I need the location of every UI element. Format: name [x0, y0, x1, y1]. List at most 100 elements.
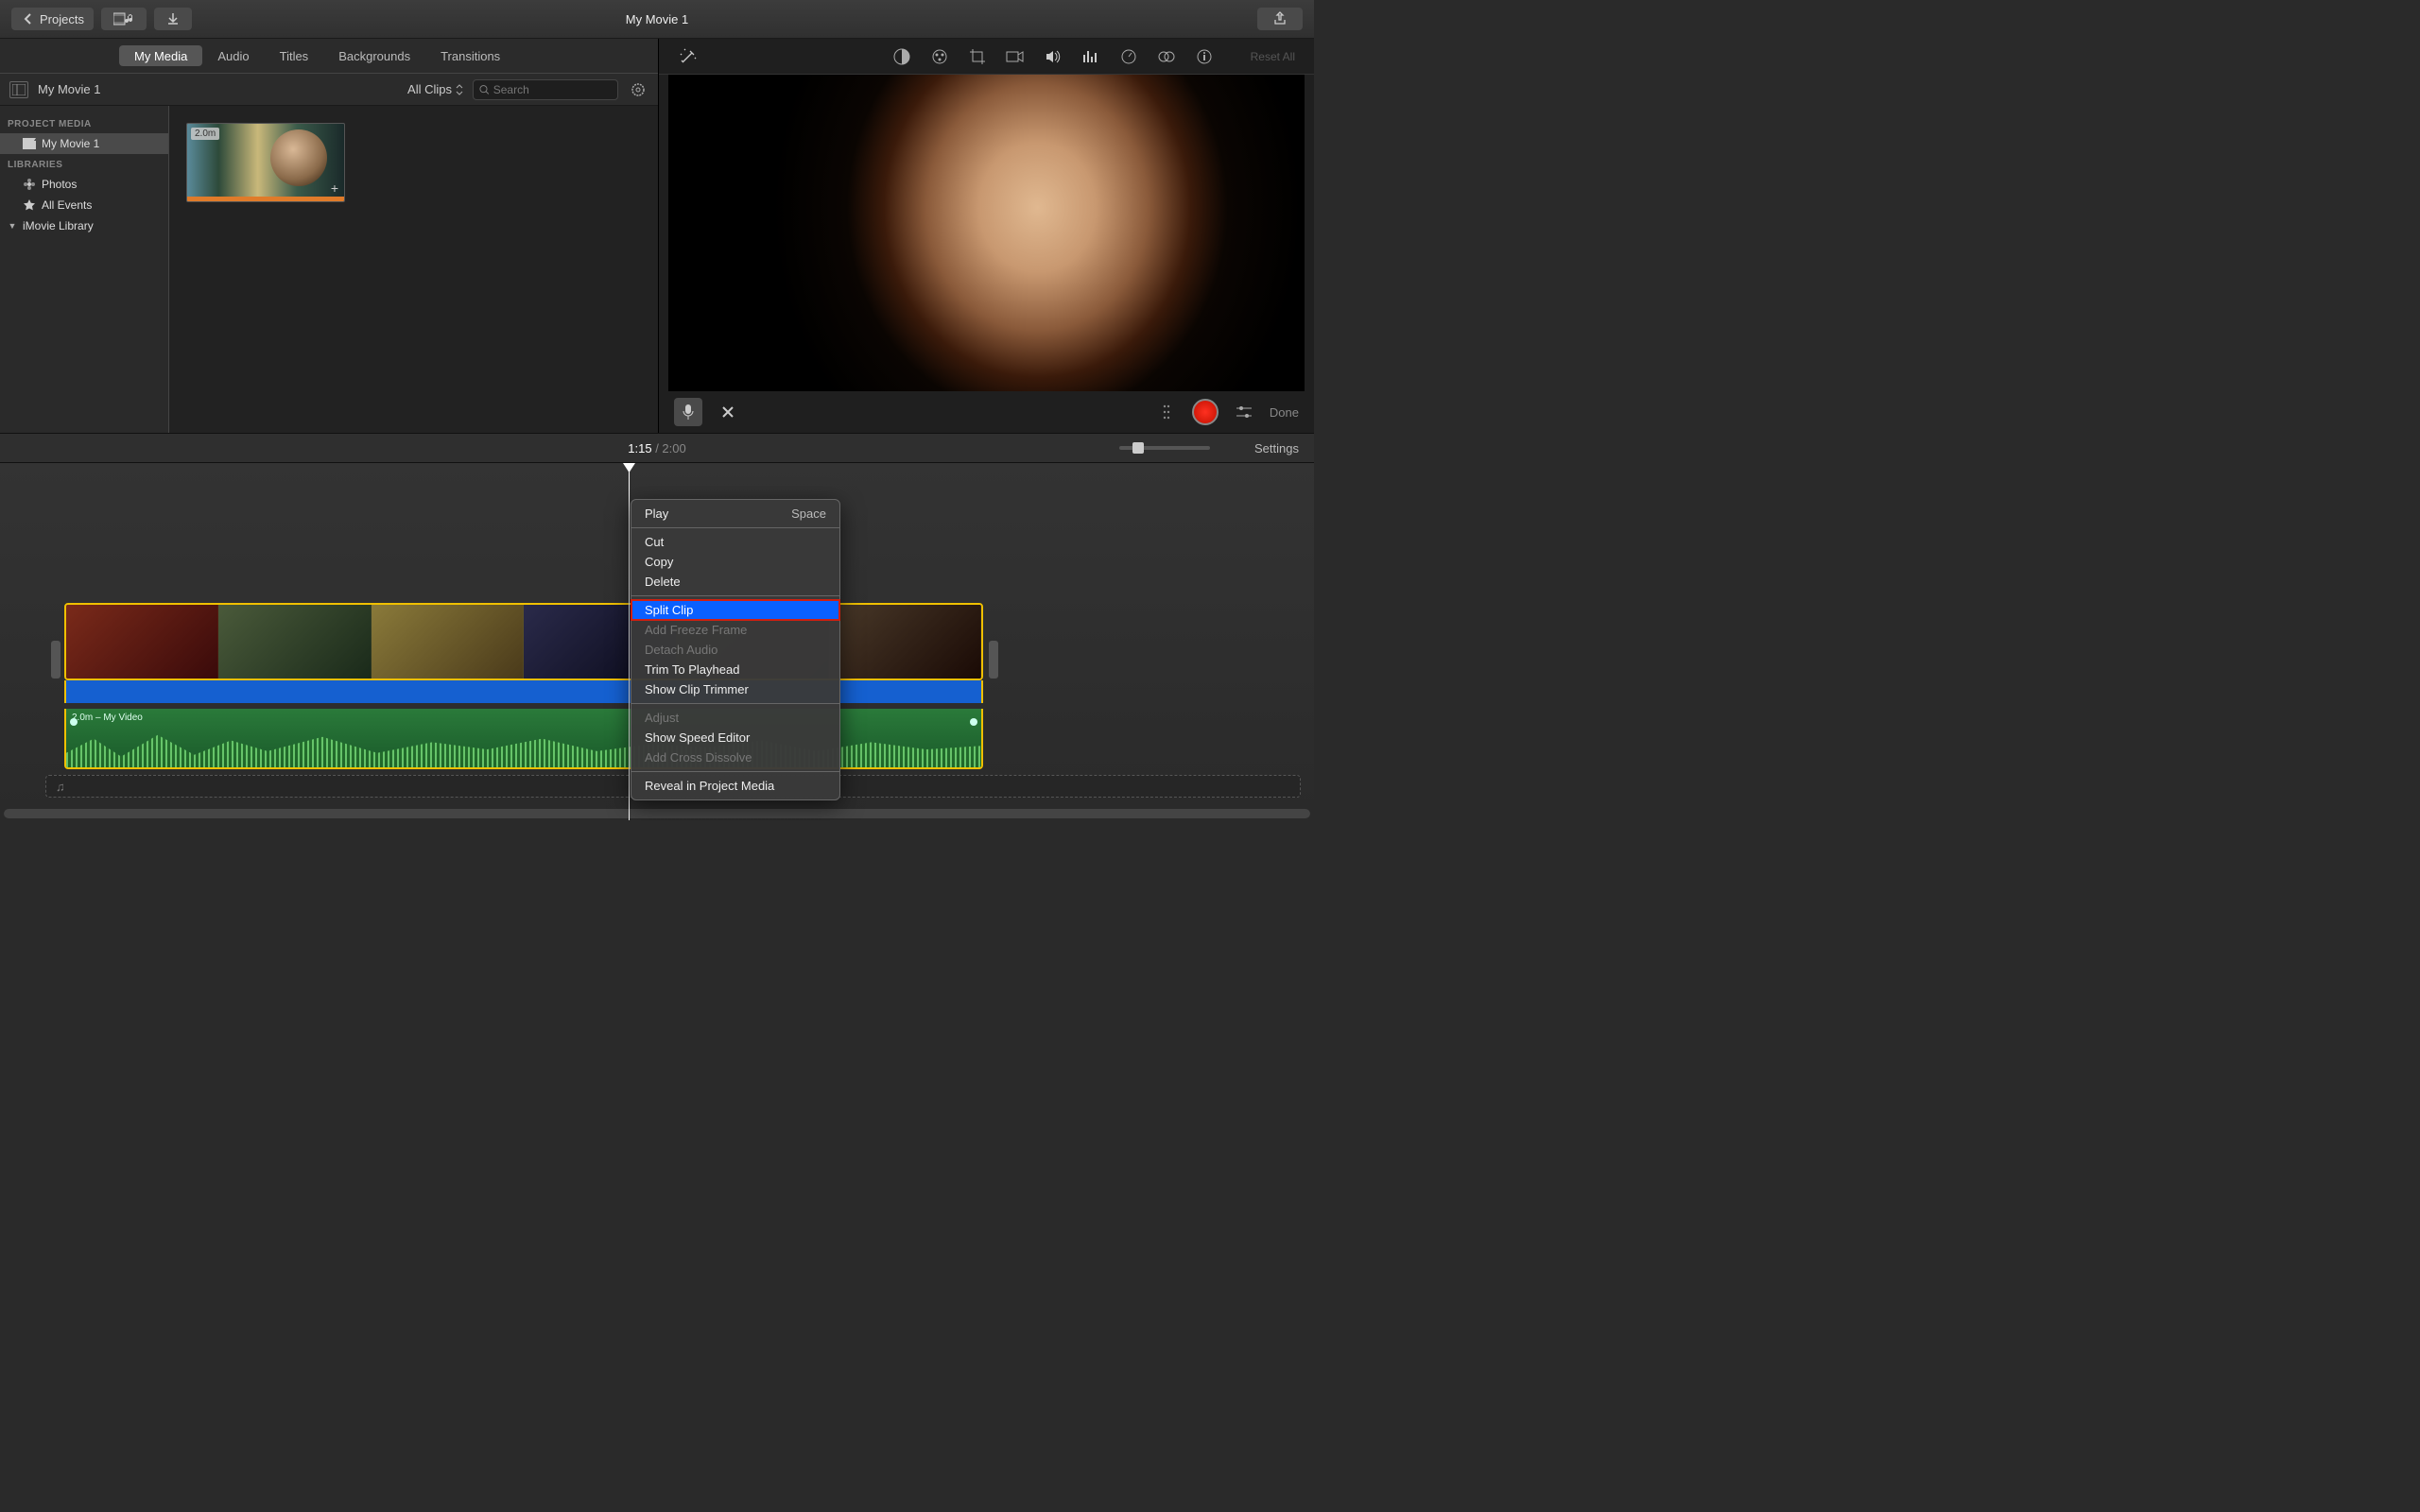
clip-filter-button[interactable]	[1156, 46, 1177, 67]
video-clip-audio-strip[interactable]	[64, 680, 983, 703]
tab-audio[interactable]: Audio	[202, 39, 264, 74]
clip-trim-handle-right[interactable]	[989, 641, 998, 679]
timeline-settings-button[interactable]: Settings	[1254, 441, 1299, 455]
adjustment-toolbar: Reset All	[659, 39, 1314, 75]
filmstrip-music-icon	[113, 11, 134, 26]
playhead-time: 1:15 / 2:00	[628, 441, 685, 455]
menu-shortcut: Space	[791, 507, 826, 521]
total-time: 2:00	[662, 441, 685, 455]
preview-frame	[668, 75, 1305, 391]
stabilization-button[interactable]	[1005, 46, 1026, 67]
menu-item-reveal-in-project-media[interactable]: Reveal in Project Media	[631, 776, 839, 796]
menu-item-delete[interactable]: Delete	[631, 572, 839, 592]
breadcrumb: My Movie 1	[38, 82, 100, 96]
tab-titles[interactable]: Titles	[265, 39, 324, 74]
browser-sidebar: PROJECT MEDIA My Movie 1 LIBRARIES Photo…	[0, 106, 169, 433]
clip-duration-badge: 2.0m	[191, 128, 219, 140]
reset-all-button[interactable]: Reset All	[1251, 50, 1295, 63]
timeline-horizontal-scrollbar[interactable]	[4, 809, 1310, 818]
record-button[interactable]	[1192, 399, 1219, 425]
close-icon	[721, 405, 735, 419]
filmstrip-frame	[372, 605, 524, 679]
crop-icon	[969, 48, 986, 65]
clips-filter-dropdown[interactable]: All Clips	[407, 82, 463, 96]
audio-clip[interactable]: 2.0m – My Video	[64, 709, 983, 769]
menu-item-trim-to-playhead[interactable]: Trim To Playhead	[631, 660, 839, 679]
browser-header: My Movie 1 All Clips	[0, 74, 658, 106]
media-clip-thumbnail[interactable]: 2.0m +	[186, 123, 345, 202]
enhance-button[interactable]	[678, 46, 699, 67]
share-icon	[1272, 11, 1288, 26]
search-field[interactable]	[473, 79, 618, 100]
download-button[interactable]	[154, 8, 192, 30]
menu-item-show-clip-trimmer[interactable]: Show Clip Trimmer	[631, 679, 839, 699]
sidebar-item-all-events[interactable]: All Events	[0, 195, 168, 215]
preview-viewer[interactable]	[668, 75, 1305, 391]
browser-settings-button[interactable]	[628, 79, 648, 100]
close-voiceover-button[interactable]	[714, 398, 742, 426]
camera-icon	[1006, 50, 1025, 63]
speedometer-icon	[1120, 48, 1137, 65]
menu-separator	[631, 703, 839, 704]
clip-trim-handle-left[interactable]	[51, 641, 60, 679]
menu-item-add-cross-dissolve: Add Cross Dissolve	[631, 747, 839, 767]
timeline-info-bar: 1:15 / 2:00 Settings	[0, 433, 1314, 463]
volume-button[interactable]	[1043, 46, 1063, 67]
menu-item-show-speed-editor[interactable]: Show Speed Editor	[631, 728, 839, 747]
import-media-button[interactable]	[101, 8, 147, 30]
timeline-context-menu: Play Space Cut Copy Delete Split Clip Ad…	[631, 499, 840, 800]
tab-backgrounds[interactable]: Backgrounds	[323, 39, 425, 74]
menu-separator	[631, 595, 839, 596]
menu-item-copy[interactable]: Copy	[631, 552, 839, 572]
voiceover-button[interactable]	[674, 398, 702, 426]
zoom-slider-thumb[interactable]	[1132, 442, 1144, 454]
sidebar-item-project[interactable]: My Movie 1	[0, 133, 168, 154]
projects-label: Projects	[40, 12, 84, 26]
share-button[interactable]	[1257, 8, 1303, 30]
audio-keyframe-start[interactable]	[70, 718, 78, 726]
gear-icon	[630, 81, 647, 98]
media-grid: 2.0m +	[169, 106, 658, 433]
color-correction-button[interactable]	[929, 46, 950, 67]
overlap-circles-icon	[1157, 50, 1176, 63]
up-down-chevron-icon	[456, 84, 463, 95]
menu-separator	[631, 771, 839, 772]
timeline[interactable]: 2.0m – My Video ♫ Play Space Cut Copy De…	[0, 463, 1314, 820]
sliders-icon	[1236, 405, 1253, 419]
menu-item-split-clip[interactable]: Split Clip	[631, 600, 839, 620]
flower-icon	[23, 178, 36, 191]
clips-filter-label: All Clips	[407, 82, 452, 96]
scrollbar-thumb[interactable]	[4, 809, 1310, 818]
timeline-zoom-slider[interactable]	[1119, 446, 1210, 450]
viewer-controls: Done	[659, 391, 1314, 433]
projects-back-button[interactable]: Projects	[11, 8, 94, 30]
playhead[interactable]	[629, 465, 630, 820]
menu-item-cut[interactable]: Cut	[631, 532, 839, 552]
sidebar-project-label: My Movie 1	[42, 137, 99, 150]
crop-button[interactable]	[967, 46, 988, 67]
tab-transitions[interactable]: Transitions	[425, 39, 515, 74]
magic-wand-icon	[679, 47, 698, 66]
disclosure-triangle-icon[interactable]: ▼	[8, 221, 17, 231]
media-tabs: My Media Audio Titles Backgrounds Transi…	[0, 39, 658, 74]
noise-reduction-button[interactable]	[1080, 46, 1101, 67]
drag-handle[interactable]	[1152, 398, 1181, 426]
speed-button[interactable]	[1118, 46, 1139, 67]
speaker-icon	[1045, 48, 1062, 65]
window-title: My Movie 1	[626, 12, 688, 26]
tab-my-media[interactable]: My Media	[119, 45, 202, 66]
sidebar-toggle-button[interactable]	[9, 81, 28, 98]
voiceover-options-button[interactable]	[1230, 398, 1258, 426]
menu-item-play[interactable]: Play Space	[631, 504, 839, 524]
info-button[interactable]	[1194, 46, 1215, 67]
search-input[interactable]	[493, 83, 612, 96]
color-balance-button[interactable]	[891, 46, 912, 67]
video-clip[interactable]	[64, 603, 983, 680]
chevron-left-icon	[21, 11, 36, 26]
sidebar-item-photos[interactable]: Photos	[0, 174, 168, 195]
done-button[interactable]: Done	[1270, 405, 1299, 420]
add-to-timeline-icon[interactable]: +	[331, 180, 338, 196]
clapperboard-icon	[23, 138, 36, 149]
sidebar-item-imovie-library[interactable]: ▼ iMovie Library	[0, 215, 168, 236]
audio-keyframe-end[interactable]	[970, 718, 977, 726]
